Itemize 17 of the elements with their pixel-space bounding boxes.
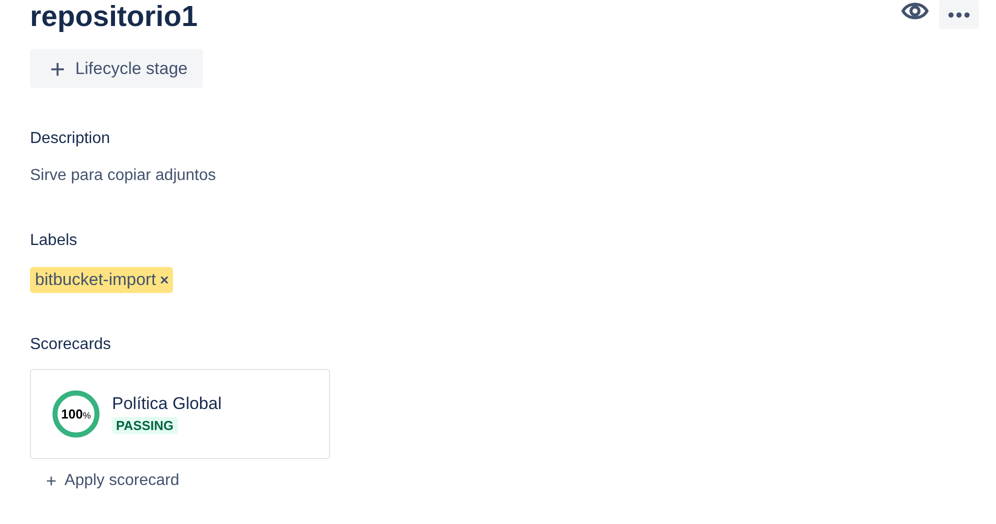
apply-scorecard-button[interactable]: + Apply scorecard — [46, 472, 180, 490]
more-icon — [948, 12, 970, 18]
scorecard-card[interactable]: 100% Política Global PASSING — [30, 369, 330, 459]
score-ring — [51, 389, 101, 439]
tag-text: bitbucket-import — [35, 270, 156, 290]
section-heading: Labels — [30, 231, 78, 251]
section-heading: Description — [30, 129, 110, 149]
score-value: 100% — [61, 406, 91, 422]
status-badge: PASSING — [112, 417, 178, 434]
description-text: Sirve para copiar adjuntos — [30, 167, 216, 185]
section-heading: Scorecards — [30, 335, 111, 355]
more-button[interactable] — [939, 0, 979, 29]
watch-icon[interactable] — [901, 1, 929, 21]
remove-tag-button[interactable]: × — [160, 272, 169, 288]
lifecycle-stage-button[interactable]: + Lifecycle stage — [30, 49, 203, 88]
page-title: repositorio1 — [30, 0, 198, 34]
scorecard-name: Política Global — [112, 394, 222, 414]
